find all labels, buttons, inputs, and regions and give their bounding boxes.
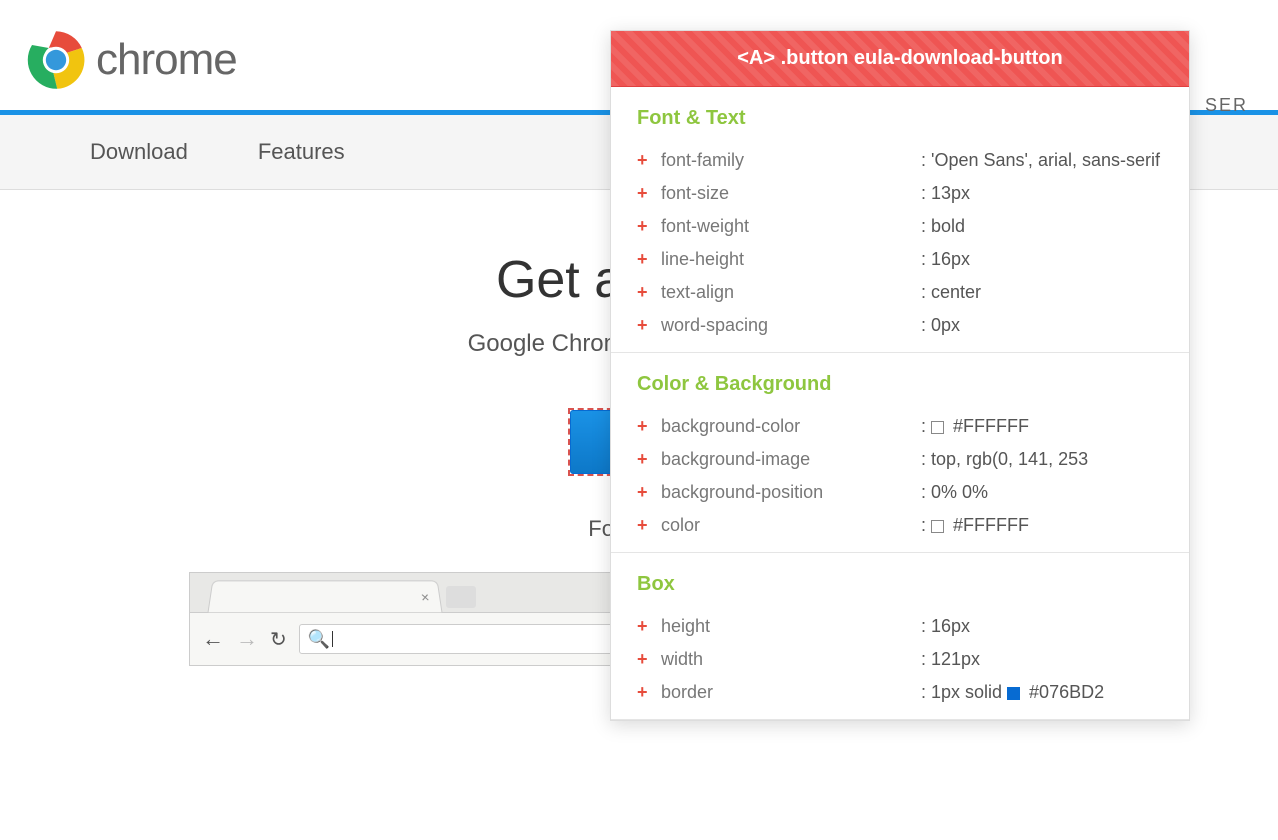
property-row[interactable]: + color: #FFFFFF xyxy=(637,509,1163,542)
section-title: Color & Background xyxy=(637,373,1163,396)
color-swatch xyxy=(1007,687,1020,700)
expand-icon[interactable]: + xyxy=(637,150,649,171)
expand-icon[interactable]: + xyxy=(637,449,649,470)
property-value: : 'Open Sans', arial, sans-serif xyxy=(921,150,1163,171)
property-value: : 16px xyxy=(921,249,1163,270)
property-value: : #FFFFFF xyxy=(921,416,1163,437)
property-name: font-weight xyxy=(661,216,921,237)
section-title: Font & Text xyxy=(637,107,1163,130)
property-value: : 1px solid #076BD2 xyxy=(921,682,1163,703)
expand-icon[interactable]: + xyxy=(637,249,649,270)
property-row[interactable]: + background-position: 0% 0% xyxy=(637,476,1163,509)
expand-icon[interactable]: + xyxy=(637,416,649,437)
property-value: : top, rgb(0, 141, 253 xyxy=(921,449,1163,470)
inspector-section: Box + height: 16px + width: 121px + border: 1p… xyxy=(611,553,1189,720)
property-value: : 0px xyxy=(921,315,1163,336)
property-name: color xyxy=(661,515,921,536)
property-row[interactable]: + text-align: center xyxy=(637,276,1163,309)
property-value: : 16px xyxy=(921,616,1163,637)
property-row[interactable]: + width: 121px xyxy=(637,643,1163,676)
expand-icon[interactable]: + xyxy=(637,216,649,237)
expand-icon[interactable]: + xyxy=(637,482,649,503)
nav-features[interactable]: Features xyxy=(258,115,415,189)
expand-icon[interactable]: + xyxy=(637,315,649,336)
nav-download[interactable]: Download xyxy=(90,115,258,189)
property-name: background-image xyxy=(661,449,921,470)
expand-icon[interactable]: + xyxy=(637,682,649,703)
property-row[interactable]: + background-color: #FFFFFF xyxy=(637,410,1163,443)
property-row[interactable]: + font-family: 'Open Sans', arial, sans-s… xyxy=(637,144,1163,177)
property-row[interactable]: + font-weight: bold xyxy=(637,210,1163,243)
property-row[interactable]: + border: 1px solid #076BD2 xyxy=(637,676,1163,709)
property-row[interactable]: + background-image: top, rgb(0, 141, 253 xyxy=(637,443,1163,476)
property-row[interactable]: + height: 16px xyxy=(637,610,1163,643)
property-name: line-height xyxy=(661,249,921,270)
property-name: height xyxy=(661,616,921,637)
property-value: : 121px xyxy=(921,649,1163,670)
property-name: width xyxy=(661,649,921,670)
search-icon: 🔍 xyxy=(308,629,330,650)
chrome-logo-icon xyxy=(26,30,86,90)
reload-icon[interactable]: ↻ xyxy=(270,627,287,652)
forward-icon[interactable]: → xyxy=(236,626,258,652)
property-value: : bold xyxy=(921,216,1163,237)
property-row[interactable]: + word-spacing: 0px xyxy=(637,309,1163,342)
section-title: Box xyxy=(637,573,1163,596)
text-cursor xyxy=(332,631,333,647)
header-right-text: SER xyxy=(1205,95,1248,116)
expand-icon[interactable]: + xyxy=(637,183,649,204)
expand-icon[interactable]: + xyxy=(637,649,649,670)
property-value: : center xyxy=(921,282,1163,303)
inspector-selector: <A> .button eula-download-button xyxy=(611,31,1189,87)
expand-icon[interactable]: + xyxy=(637,282,649,303)
brand-name: chrome xyxy=(96,35,237,85)
property-row[interactable]: + line-height: 16px xyxy=(637,243,1163,276)
new-tab-button[interactable] xyxy=(446,586,476,608)
close-icon[interactable]: × xyxy=(420,589,430,605)
property-name: border xyxy=(661,682,921,703)
property-value: : #FFFFFF xyxy=(921,515,1163,536)
property-name: background-color xyxy=(661,416,921,437)
property-value: : 0% 0% xyxy=(921,482,1163,503)
property-name: font-family xyxy=(661,150,921,171)
color-swatch xyxy=(931,520,944,533)
property-row[interactable]: + font-size: 13px xyxy=(637,177,1163,210)
inspector-section: Font & Text + font-family: 'Open Sans', ar… xyxy=(611,87,1189,353)
css-inspector-panel: <A> .button eula-download-button Font & … xyxy=(610,30,1190,721)
browser-tab[interactable]: × xyxy=(208,580,443,612)
back-icon[interactable]: ← xyxy=(202,626,224,652)
property-name: text-align xyxy=(661,282,921,303)
color-swatch xyxy=(931,421,944,434)
expand-icon[interactable]: + xyxy=(637,515,649,536)
property-name: background-position xyxy=(661,482,921,503)
property-name: font-size xyxy=(661,183,921,204)
property-value: : 13px xyxy=(921,183,1163,204)
inspector-section: Color & Background+background-color: #FF… xyxy=(611,353,1189,553)
property-name: word-spacing xyxy=(661,315,921,336)
expand-icon[interactable]: + xyxy=(637,616,649,637)
